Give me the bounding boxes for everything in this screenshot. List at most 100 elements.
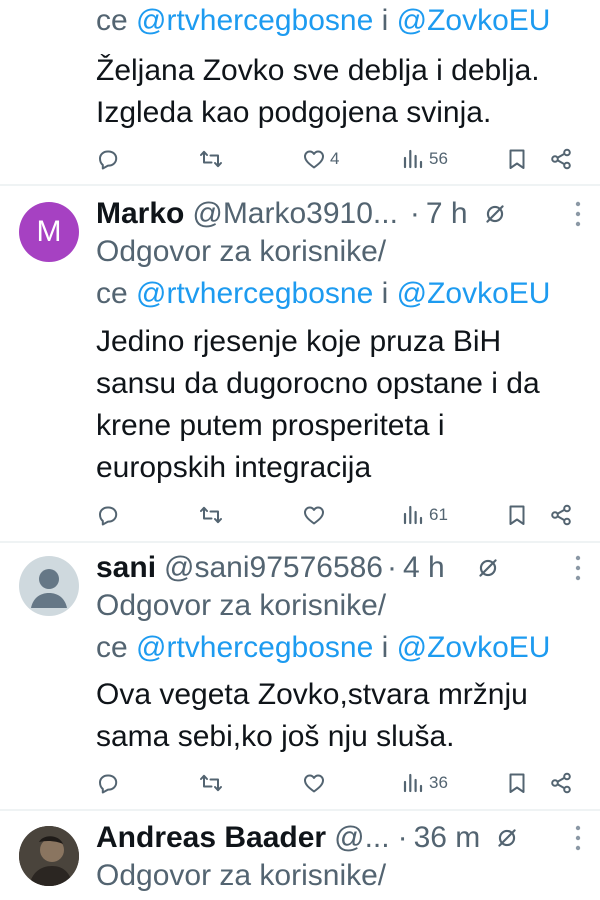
reply-button[interactable]	[96, 497, 120, 533]
tweet-header: Andreas Baader @... · 36 m	[96, 818, 600, 858]
author-name[interactable]: Andreas Baader	[96, 821, 326, 855]
photo-avatar	[19, 826, 79, 886]
tweet-andreas-baader[interactable]: Andreas Baader @... · 36 m Odgovor za ko…	[0, 818, 600, 900]
reply-label: Odgovor za korisnike/	[96, 859, 387, 892]
author-name[interactable]: sani	[96, 551, 156, 585]
like-icon	[302, 503, 326, 527]
share-button[interactable]	[549, 497, 573, 533]
author-handle[interactable]: @sani97576586	[164, 551, 383, 585]
reply-to-text: ce	[96, 631, 128, 664]
views-count: 56	[429, 149, 448, 168]
tweet-text-line: Jedino rjesenje koje pruza BiH	[96, 325, 502, 358]
like-button[interactable]: 4	[302, 141, 339, 177]
avatar[interactable]: M	[19, 202, 79, 262]
tweet-text-line: Izgleda kao podgojena svinja.	[96, 96, 492, 129]
like-button[interactable]	[302, 497, 326, 533]
mention-rtvhercegbosne[interactable]: @rtvhercegbosne	[136, 277, 373, 310]
more-icon[interactable]	[574, 200, 582, 228]
reply-to-line: ce @rtvhercegbosne i @ZovkoEU	[96, 1, 550, 41]
tweet-header: Marko @Marko3910... · 7 h	[96, 194, 600, 234]
bookmark-button[interactable]	[505, 141, 529, 177]
reply-to-conjunction: i	[381, 277, 389, 310]
timestamp[interactable]: 4 h	[403, 551, 445, 585]
views-icon	[401, 147, 425, 171]
like-icon	[302, 147, 326, 171]
tweet-header: sani @sani97576586 · 4 h	[96, 548, 600, 588]
share-button[interactable]	[549, 765, 573, 801]
timestamp[interactable]: 36 m	[414, 821, 481, 855]
timestamp[interactable]: 7 h	[426, 197, 468, 231]
reply-to-line: ce @rtvhercegbosne i @ZovkoEU	[96, 274, 550, 314]
tweet-text-line: sansu da dugorocno opstane i da	[96, 367, 540, 400]
separator-dot: ·	[387, 551, 397, 584]
reply-to-text: ce	[96, 277, 128, 310]
views-count: 36	[429, 773, 448, 792]
author-handle[interactable]: @Marko3910...	[192, 197, 398, 231]
tweet-text-line: sama sebi,ko još nju sluša.	[96, 720, 455, 753]
mention-rtvhercegbosne[interactable]: @rtvhercegbosne	[136, 631, 373, 664]
tweet-previous[interactable]: ce @rtvhercegbosne i @ZovkoEU Željana Zo…	[0, 0, 600, 186]
views-count: 61	[429, 505, 448, 524]
tweet-actions: 4 56	[0, 141, 600, 177]
reply-icon	[96, 147, 120, 171]
tweet-text-line: Ova vegeta Zovko,stvara mržnju	[96, 678, 528, 711]
views-icon	[401, 771, 425, 795]
tweet-text-line: krene putem prosperiteta i	[96, 409, 445, 442]
mention-zovkoeu[interactable]: @ZovkoEU	[397, 277, 551, 310]
retweet-button[interactable]	[199, 141, 223, 177]
tweet-actions: 36	[0, 765, 600, 801]
separator-dot: ·	[397, 821, 408, 854]
views-button[interactable]: 36	[401, 765, 448, 801]
more-icon[interactable]	[574, 554, 582, 582]
share-icon	[549, 771, 573, 795]
retweet-button[interactable]	[199, 497, 223, 533]
like-icon	[302, 771, 326, 795]
retweet-icon	[199, 503, 223, 527]
hide-icon[interactable]	[494, 825, 520, 851]
reply-icon	[96, 503, 120, 527]
bookmark-button[interactable]	[505, 497, 529, 533]
reply-to-text: ce	[96, 4, 128, 37]
share-button[interactable]	[549, 141, 573, 177]
retweet-button[interactable]	[199, 765, 223, 801]
author-handle[interactable]: @...	[334, 821, 389, 855]
like-button[interactable]	[302, 765, 326, 801]
bookmark-icon	[505, 503, 529, 527]
tweet-sani[interactable]: sani @sani97576586 · 4 h Odgovor za kori…	[0, 548, 600, 808]
reply-label: Odgovor za korisnike/	[96, 589, 387, 622]
divider	[0, 809, 600, 811]
divider	[0, 184, 600, 186]
reply-icon	[96, 771, 120, 795]
bookmark-button[interactable]	[505, 765, 529, 801]
views-button[interactable]: 56	[401, 141, 448, 177]
reply-label: Odgovor za korisnike/	[96, 235, 387, 268]
retweet-icon	[199, 147, 223, 171]
avatar[interactable]	[19, 556, 79, 616]
reply-button[interactable]	[96, 765, 120, 801]
avatar-letter: M	[36, 215, 62, 248]
tweet-text-line: europskih integracija	[96, 451, 372, 484]
divider	[0, 541, 600, 543]
author-name[interactable]: Marko	[96, 197, 184, 231]
separator-dot: ·	[409, 197, 420, 230]
avatar[interactable]	[19, 826, 79, 886]
retweet-icon	[199, 771, 223, 795]
bookmark-icon	[505, 771, 529, 795]
tweet-actions: 61	[0, 497, 600, 533]
share-icon	[549, 147, 573, 171]
tweet-text-line: Željana Zovko sve deblja i deblja.	[96, 54, 540, 87]
more-icon[interactable]	[574, 824, 582, 852]
mention-rtvhercegbosne[interactable]: @rtvhercegbosne	[136, 4, 373, 37]
reply-to-conjunction: i	[381, 4, 389, 37]
bookmark-icon	[505, 147, 529, 171]
mention-zovkoeu[interactable]: @ZovkoEU	[397, 4, 551, 37]
reply-to-conjunction: i	[381, 631, 389, 664]
views-button[interactable]: 61	[401, 497, 448, 533]
reply-to-line: ce @rtvhercegbosne i @ZovkoEU	[96, 628, 550, 668]
tweet-marko[interactable]: M Marko @Marko3910... · 7 h Odgovor za k…	[0, 194, 600, 539]
mention-zovkoeu[interactable]: @ZovkoEU	[397, 631, 551, 664]
reply-button[interactable]	[96, 141, 120, 177]
hide-icon[interactable]	[482, 201, 508, 227]
hide-icon[interactable]	[475, 555, 501, 581]
like-count: 4	[330, 149, 340, 168]
